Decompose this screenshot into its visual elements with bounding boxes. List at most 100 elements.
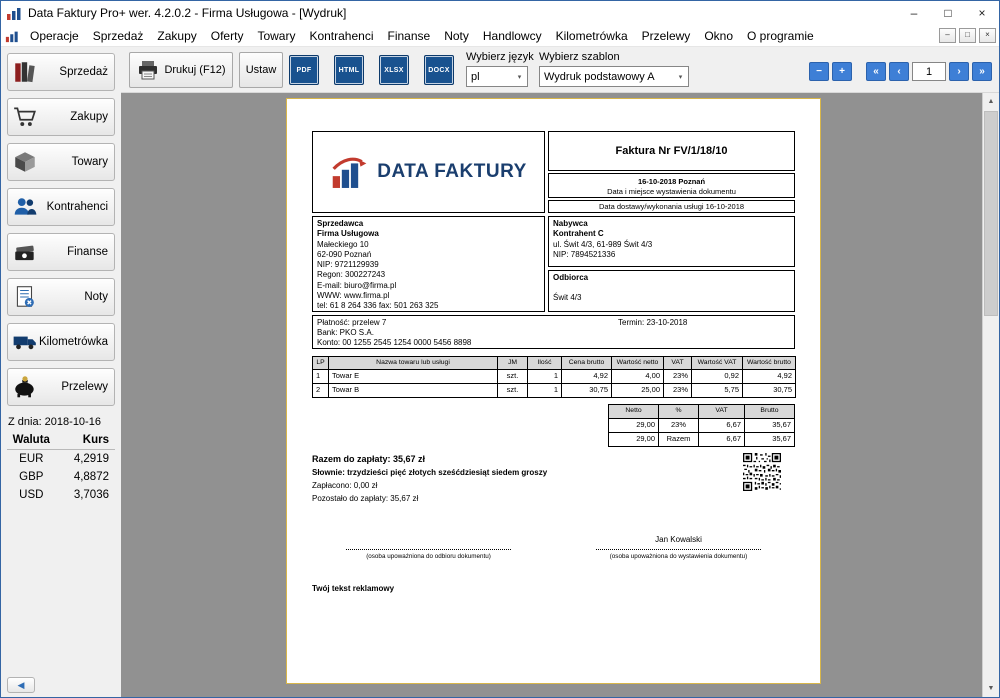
seller-line: WWW: www.firma.pl [317, 291, 540, 301]
payment-term: Termin: 23-10-2018 [618, 318, 687, 328]
menu-item-sprzedaz[interactable]: Sprzedaż [86, 26, 151, 46]
template-value: Wydruk podstawowy A [544, 71, 673, 83]
vat-gross: 35,67 [745, 418, 795, 432]
app-window: Data Faktury Pro+ wer. 4.2.0.2 - Firma U… [0, 0, 1000, 698]
vat-summary-table: Netto % VAT Brutto 29,00 23% 6,67 35,67 [608, 404, 795, 447]
items-header: Wartość brutto [743, 357, 796, 370]
advert-text: Twój tekst reklamowy [312, 584, 795, 594]
signature-issuer: Jan Kowalski (osoba upoważniona do wysta… [596, 535, 761, 560]
item-unit: szt. [498, 369, 528, 383]
language-select[interactable]: pl ▾ [466, 66, 528, 87]
rates-header-row: Waluta Kurs [7, 432, 115, 450]
prev-page-button[interactable]: ‹ [889, 62, 909, 81]
vat-rate: Razem [659, 432, 699, 446]
issue-date-place: 16-10-2018 Poznań [549, 177, 794, 187]
xlsx-label: XLSX [384, 67, 403, 74]
sidebar-item-finanse[interactable]: Finanse [7, 233, 115, 271]
menu-item-oferty[interactable]: Oferty [204, 26, 251, 46]
menu-bar: Operacje Sprzedaż Zakupy Oferty Towary K… [1, 25, 999, 47]
item-row: 2 Towar B szt. 1 30,75 25,00 23% 5,75 30… [313, 383, 796, 397]
item-name: Towar E [329, 369, 498, 383]
close-icon[interactable]: × [965, 1, 999, 25]
mdi-restore-icon[interactable]: □ [959, 28, 976, 43]
total-due: Razem do zapłaty: 35,67 zł [312, 453, 547, 466]
receiver-box: Odbiorca Świt 4/3 [548, 270, 795, 312]
main-area: Sprzedaż Zakupy Towary Kontrahenci Finan… [1, 47, 999, 697]
zoom-in-button[interactable]: + [832, 62, 852, 81]
vat-header: Brutto [745, 404, 795, 418]
items-header: Wartość VAT [692, 357, 743, 370]
pdf-label: PDF [297, 67, 312, 74]
sidebar-item-noty[interactable]: Noty [7, 278, 115, 316]
last-page-button[interactable]: » [972, 62, 992, 81]
item-row: 1 Towar E szt. 1 4,92 4,00 23% 0,92 4,92 [313, 369, 796, 383]
invoice-page: DATA FAKTURY Faktura Nr FV/1/18/10 16-10… [286, 98, 821, 684]
collapse-sidebar-button[interactable]: ◀ [7, 677, 35, 693]
print-button[interactable]: Drukuj (F12) [129, 52, 233, 88]
zoom-out-button[interactable]: − [809, 62, 829, 81]
totals-text: Razem do zapłaty: 35,67 zł Słownie: trzy… [312, 453, 547, 505]
sidebar-item-kontrahenci[interactable]: Kontrahenci [7, 188, 115, 226]
receiver-label: Odbiorca [553, 273, 790, 283]
currency-code: EUR [7, 450, 56, 469]
menu-item-o-programie[interactable]: O programie [740, 26, 821, 46]
signature-caption: (osoba upoważniona do odbioru dokumentu) [346, 553, 511, 560]
export-docx-button[interactable]: DOCX [424, 55, 454, 85]
currency-rates-table: Waluta Kurs EUR 4,2919 GBP 4,8872 USD 3,… [7, 432, 115, 504]
menu-item-handlowcy[interactable]: Handlowcy [476, 26, 549, 46]
menu-item-zakupy[interactable]: Zakupy [150, 26, 203, 46]
scroll-up-icon[interactable]: ▲ [983, 93, 999, 110]
signature-name-empty [346, 535, 511, 548]
item-gross-value: 4,92 [743, 369, 796, 383]
item-net-value: 25,00 [612, 383, 664, 397]
menu-item-kilometrowka[interactable]: Kilometrówka [549, 26, 635, 46]
menu-item-okno[interactable]: Okno [697, 26, 740, 46]
mdi-minimize-icon[interactable]: – [939, 28, 956, 43]
mdi-close-icon[interactable]: × [979, 28, 996, 43]
menu-item-noty[interactable]: Noty [437, 26, 476, 46]
item-lp: 2 [313, 383, 329, 397]
menu-item-przelewy[interactable]: Przelewy [635, 26, 698, 46]
minimize-icon[interactable]: – [897, 1, 931, 25]
scrollbar-thumb[interactable] [984, 111, 998, 316]
sidebar-item-przelewy[interactable]: Przelewy [7, 368, 115, 406]
cart-icon [12, 104, 38, 130]
vat-header: Netto [609, 404, 659, 418]
menu-item-finanse[interactable]: Finanse [381, 26, 438, 46]
menu-item-towary[interactable]: Towary [250, 26, 302, 46]
page-number-input[interactable] [912, 62, 946, 81]
sidebar-item-sprzedaz[interactable]: Sprzedaż [7, 53, 115, 91]
first-page-button[interactable]: « [866, 62, 886, 81]
currency-rate: 4,2919 [56, 450, 115, 469]
seller-box: Sprzedawca Firma Usługowa Małeckiego 10 … [312, 216, 545, 312]
items-header: Nazwa towaru lub usługi [329, 357, 498, 370]
export-html-button[interactable]: HTML [334, 55, 364, 85]
sidebar-item-kilometrowka[interactable]: Kilometrówka [7, 323, 115, 361]
maximize-icon[interactable]: □ [931, 1, 965, 25]
signature-receiver: (osoba upoważniona do odbioru dokumentu) [346, 535, 511, 560]
invoice-number: Faktura Nr FV/1/18/10 [548, 131, 795, 171]
scroll-down-icon[interactable]: ▼ [983, 680, 999, 697]
export-pdf-button[interactable]: PDF [289, 55, 319, 85]
print-toolbar: Drukuj (F12) Ustaw PDF HTML XLSX DOCX Wy… [121, 47, 999, 93]
item-gross-value: 30,75 [743, 383, 796, 397]
receiver-line: Świt 4/3 [553, 293, 790, 303]
menu-item-operacje[interactable]: Operacje [23, 26, 86, 46]
items-header: Ilość [528, 357, 562, 370]
currency-code: USD [7, 486, 56, 504]
vertical-scrollbar: ▲ ▼ [982, 93, 999, 697]
next-page-button[interactable]: › [949, 62, 969, 81]
item-vat-rate: 23% [664, 383, 692, 397]
export-xlsx-button[interactable]: XLSX [379, 55, 409, 85]
app-menu-icon[interactable] [5, 29, 19, 43]
item-vat-value: 5,75 [692, 383, 743, 397]
note-icon [12, 284, 38, 310]
sidebar-item-towary[interactable]: Towary [7, 143, 115, 181]
sidebar-item-zakupy[interactable]: Zakupy [7, 98, 115, 136]
menu-item-kontrahenci[interactable]: Kontrahenci [302, 26, 380, 46]
vat-total-row: 29,00 Razem 6,67 35,67 [609, 432, 795, 446]
template-select[interactable]: Wydruk podstawowy A ▾ [539, 66, 689, 87]
sidebar-item-label: Towary [38, 156, 108, 168]
settings-button[interactable]: Ustaw [239, 52, 283, 88]
sidebar-item-label: Finanse [38, 246, 108, 258]
